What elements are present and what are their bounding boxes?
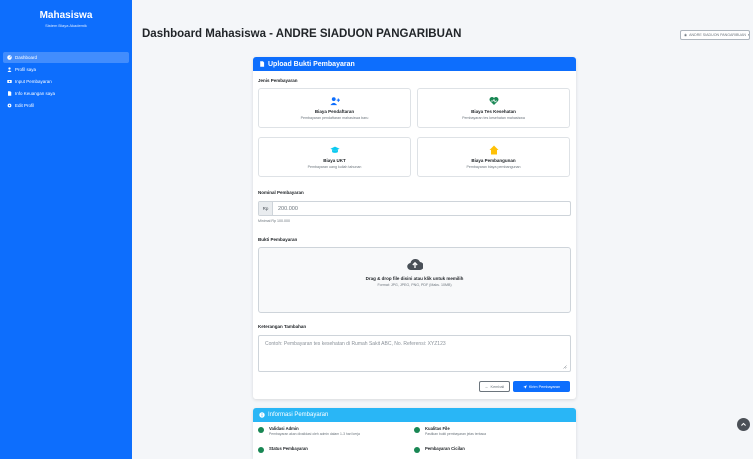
- option-biaya-tes-kesehatan[interactable]: Biaya Tes Kesehatan Pembayaran tes keseh…: [417, 88, 570, 128]
- option-title: Biaya UKT: [323, 158, 346, 163]
- bukti-pembayaran-label: Bukti Pembayaran: [258, 237, 298, 242]
- file-icon: [7, 91, 12, 96]
- option-desc: Pembayaran pendaftaran mahasiswa baru: [300, 116, 369, 120]
- user-dropdown-button[interactable]: ◉ ANDRE SIADUON PANGARIBUAN ▾: [680, 30, 750, 40]
- sidebar: Mahasiswa Sistem Biaya Akademik Dashboar…: [0, 0, 132, 459]
- brand-title: Mahasiswa: [39, 10, 93, 21]
- resize-grip-icon[interactable]: [563, 365, 567, 369]
- option-title: Biaya Pendaftaran: [314, 109, 355, 114]
- nominal-input[interactable]: Rp 200.000: [258, 201, 571, 216]
- info-item: Kualitas File Pastikan bukti pembayaran …: [414, 426, 486, 436]
- info-item-desc: Pastikan bukti pembayaran jelas terbaca: [425, 432, 487, 436]
- info-circle-icon: [259, 412, 265, 418]
- check-circle-icon: [258, 427, 264, 433]
- option-biaya-pendaftaran[interactable]: Biaya Pendaftaran Pembayaran pendaftaran…: [258, 88, 411, 128]
- user-dropdown-label: ANDRE SIADUON PANGARIBUAN: [689, 33, 746, 37]
- brand-subtitle: Sistem Biaya Akademik: [45, 23, 87, 28]
- currency-prefix: Rp: [259, 202, 273, 215]
- heartbeat-icon: [489, 97, 498, 105]
- jenis-pembayaran-label: Jenis Pembayaran: [258, 78, 298, 83]
- sidebar-item-profil[interactable]: Profil saya: [3, 64, 129, 75]
- option-biaya-ukt[interactable]: Biaya UKT Pembayaran uang kuliah tahunan: [258, 137, 411, 177]
- chevron-down-icon: ▾: [747, 33, 750, 37]
- info-item: Validasi Admin Pembayaran akan divalidas…: [258, 426, 360, 436]
- info-card-title: Informasi Pembayaran: [268, 412, 329, 418]
- option-desc: Pembayaran biaya pembangunan: [466, 165, 521, 169]
- graduation-cap-icon: [329, 146, 340, 153]
- home-icon: [489, 145, 498, 155]
- info-item-title: Pembayaran Cicilan: [425, 446, 465, 451]
- sidebar-nav: Dashboard Profil saya Input Pembayaran I…: [0, 46, 132, 111]
- dropzone-title: Drag & drop file disini atau klik untuk …: [365, 276, 464, 281]
- check-circle-icon: [414, 427, 420, 433]
- chevron-up-icon: [741, 422, 746, 426]
- file-upload-icon: [260, 61, 265, 67]
- option-biaya-pembangunan[interactable]: Biaya Pembangunan Pembayaran biaya pemba…: [417, 137, 570, 177]
- sidebar-item-edit-profil[interactable]: Edit Profil: [3, 100, 129, 111]
- option-desc: Pembayaran tes kesehatan mahasiswa: [462, 116, 525, 120]
- sidebar-item-label: Input Pembayaran: [15, 79, 52, 84]
- floating-action-button[interactable]: [737, 418, 750, 431]
- sidebar-item-label: Profil saya: [15, 67, 37, 72]
- sidebar-brand: Mahasiswa Sistem Biaya Akademik: [0, 0, 132, 46]
- info-item-title: Status Pembayaran: [269, 446, 308, 451]
- dashboard-icon: [7, 55, 12, 60]
- upload-card: Upload Bukti Pembayaran Jenis Pembayaran…: [253, 57, 576, 399]
- sidebar-item-input-pembayaran[interactable]: Input Pembayaran: [3, 76, 129, 87]
- cloud-upload-icon: [406, 258, 423, 271]
- page-title: Dashboard Mahasiswa - ANDRE SIADUON PANG…: [142, 28, 462, 40]
- option-desc: Pembayaran uang kuliah tahunan: [307, 165, 362, 169]
- nominal-value: 200.000: [278, 205, 298, 212]
- send-payment-button[interactable]: Kirim Pembayaran: [513, 381, 570, 392]
- nominal-hint: Minimal Rp 100.000: [258, 219, 290, 223]
- keterangan-textarea[interactable]: Contoh: Pembayaran tes kesehatan di Ruma…: [258, 335, 571, 372]
- sidebar-item-label: Dashboard: [15, 55, 38, 60]
- user-circle-icon: ◉: [684, 33, 688, 37]
- check-circle-icon: [258, 447, 264, 453]
- back-button[interactable]: ← Kembali: [479, 381, 510, 392]
- user-plus-icon: [329, 97, 340, 106]
- info-card: Informasi Pembayaran Validasi Admin Pemb…: [253, 408, 576, 459]
- info-item-title: Kualitas File: [425, 426, 450, 431]
- info-item-title: Validasi Admin: [269, 426, 299, 431]
- info-card-header: Informasi Pembayaran: [253, 408, 576, 422]
- info-item: Status Pembayaran: [258, 446, 308, 453]
- option-title: Biaya Pembangunan: [471, 158, 516, 163]
- sidebar-item-info-keuangan[interactable]: Info Keuangan saya: [3, 88, 129, 99]
- paper-plane-icon: [523, 384, 527, 389]
- user-icon: [7, 67, 12, 72]
- keterangan-label: Keterangan Tambahan: [258, 324, 307, 329]
- dropzone-subtitle: Format: JPG, JPEG, PNG, PDF (Maks. 10MB): [377, 283, 452, 287]
- sidebar-item-label: Info Keuangan saya: [15, 91, 56, 96]
- sidebar-item-dashboard[interactable]: Dashboard: [3, 52, 129, 63]
- send-button-label: Kirim Pembayaran: [528, 384, 561, 389]
- sidebar-item-label: Edit Profil: [15, 103, 35, 108]
- gear-icon: [7, 103, 12, 108]
- check-circle-icon: [414, 447, 420, 453]
- upload-card-header: Upload Bukti Pembayaran: [253, 57, 576, 71]
- nominal-pembayaran-label: Nominal Pembayaran: [258, 190, 304, 195]
- file-dropzone[interactable]: Drag & drop file disini atau klik untuk …: [258, 247, 571, 313]
- info-item-desc: Pembayaran akan divalidasi oleh admin da…: [269, 432, 360, 436]
- upload-card-title: Upload Bukti Pembayaran: [268, 60, 355, 68]
- option-title: Biaya Tes Kesehatan: [471, 109, 516, 114]
- keterangan-placeholder: Contoh: Pembayaran tes kesehatan di Ruma…: [265, 341, 446, 347]
- money-icon: [7, 79, 12, 84]
- back-button-label: Kembali: [490, 384, 505, 389]
- arrow-left-icon: ←: [484, 384, 489, 389]
- info-item: Pembayaran Cicilan: [414, 446, 465, 453]
